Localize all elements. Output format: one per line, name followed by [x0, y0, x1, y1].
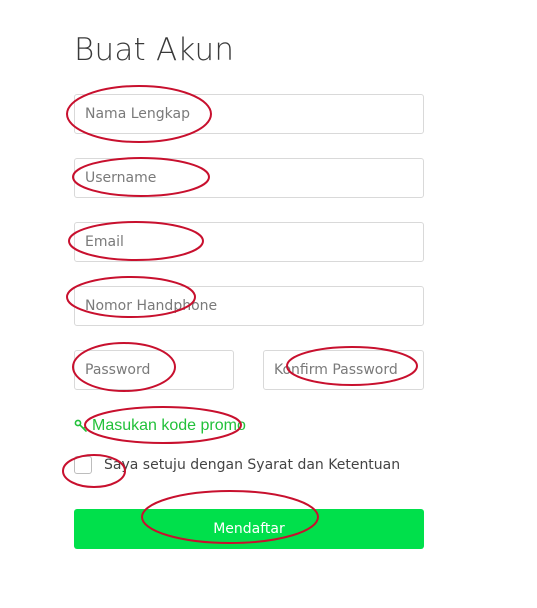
- password-input[interactable]: [74, 350, 234, 390]
- full-name-input[interactable]: [74, 94, 424, 134]
- terms-agreement: Saya setuju dengan Syarat dan Ketentuan: [74, 456, 400, 474]
- username-input[interactable]: [74, 158, 424, 198]
- email-input[interactable]: [74, 222, 424, 262]
- promo-code-label: Masukan kode promo: [92, 417, 246, 434]
- terms-label: Saya setuju dengan Syarat dan Ketentuan: [104, 457, 401, 473]
- signup-page: Buat Akun Masukan kode promo Saya setuju…: [0, 0, 537, 608]
- terms-checkbox[interactable]: [74, 456, 92, 474]
- key-icon: [74, 419, 88, 433]
- page-title: Buat Akun: [74, 32, 235, 68]
- confirm-password-input[interactable]: [263, 350, 424, 390]
- promo-code-link[interactable]: Masukan kode promo: [74, 414, 246, 438]
- phone-input[interactable]: [74, 286, 424, 326]
- register-button[interactable]: Mendaftar: [74, 509, 424, 549]
